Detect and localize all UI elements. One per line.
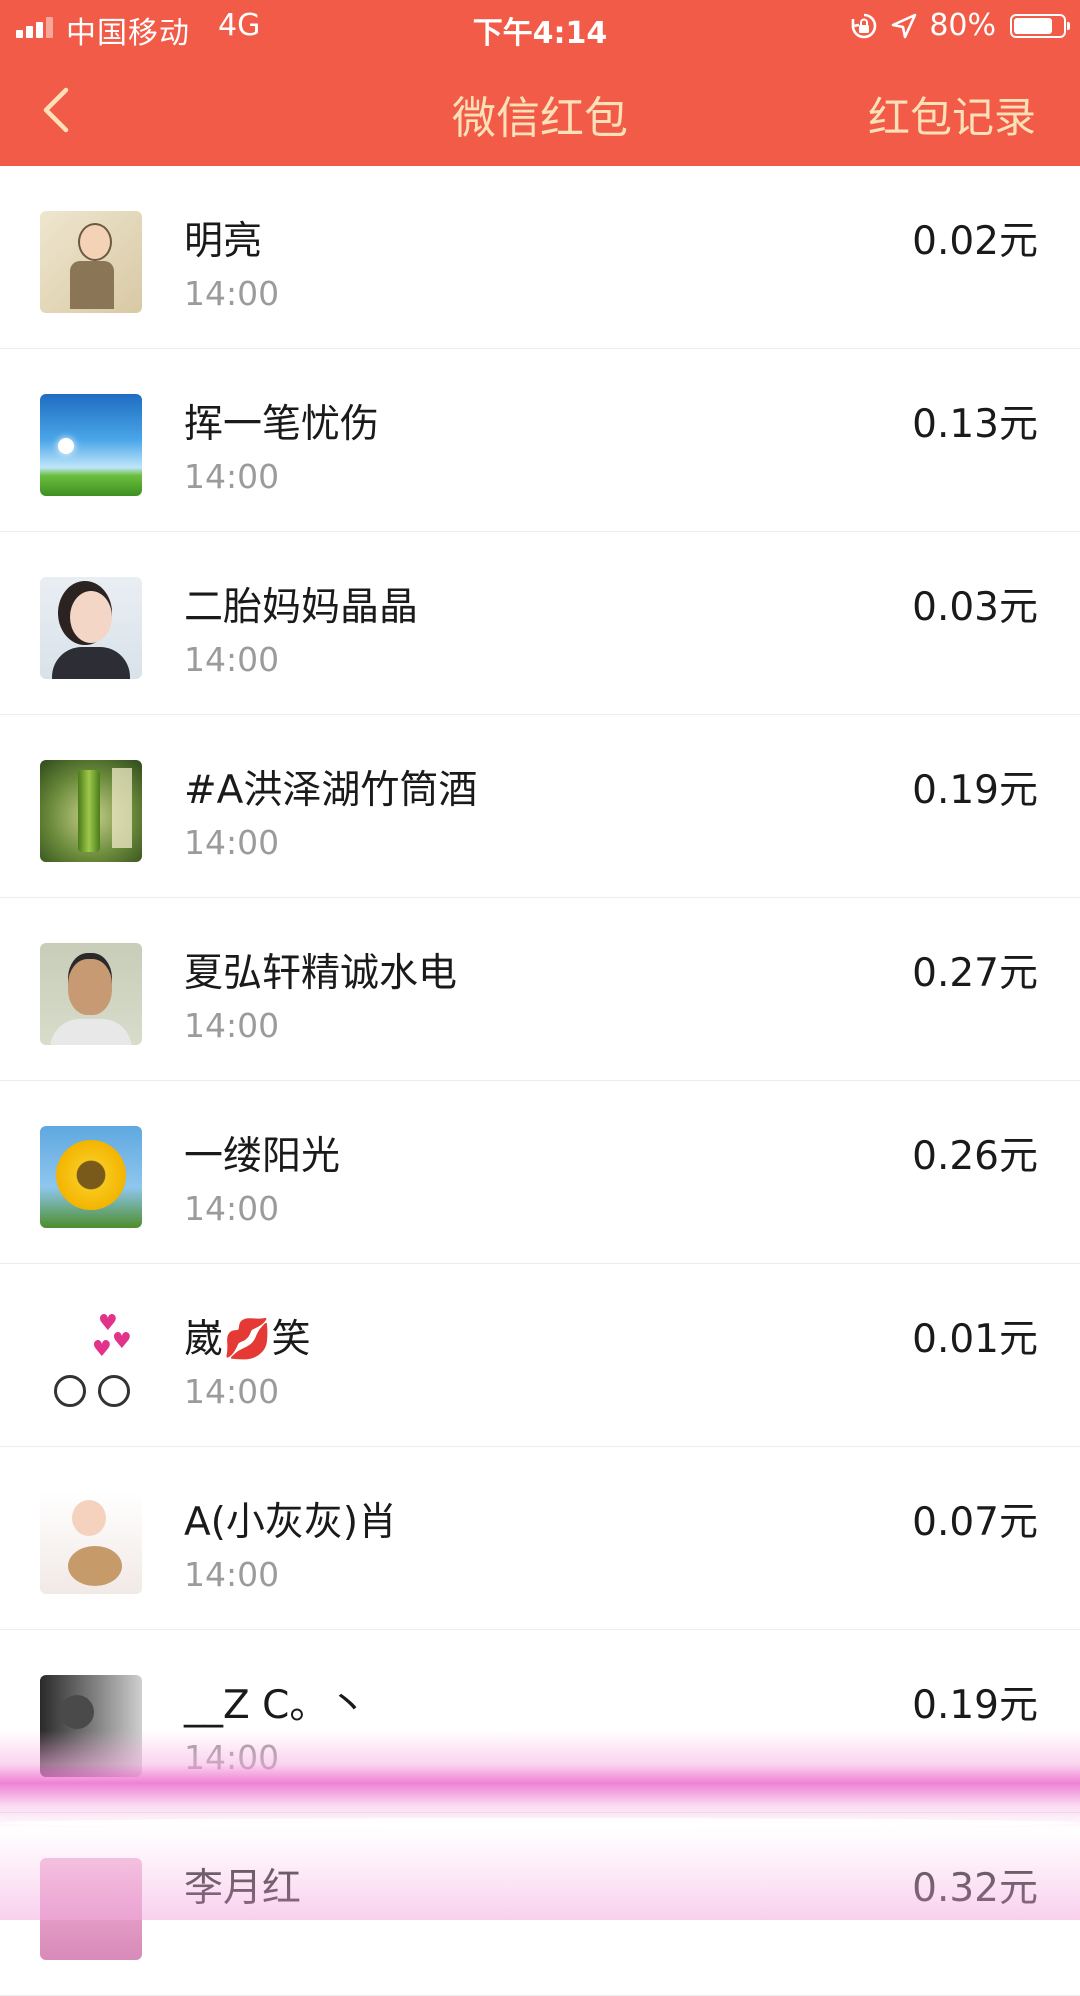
avatar bbox=[40, 1858, 142, 1960]
recipient-name: 李月红 bbox=[184, 1866, 302, 1911]
list-item[interactable]: 一缕阳光 14:00 0.26元 bbox=[0, 1081, 1080, 1264]
amount: 0.03元 bbox=[912, 585, 1038, 630]
recipient-name: 挥一笔忧伤 bbox=[184, 402, 380, 447]
red-packet-record-link[interactable]: 红包记录 bbox=[868, 84, 1036, 145]
avatar bbox=[40, 577, 142, 679]
location-arrow-icon bbox=[889, 11, 919, 41]
red-packet-list: 明亮 14:00 0.02元 挥一笔忧伤 14:00 0.13元 二胎妈妈晶晶 … bbox=[0, 166, 1080, 1996]
receive-time: 14:00 bbox=[184, 274, 280, 313]
amount: 0.32元 bbox=[912, 1866, 1038, 1911]
list-item[interactable]: __Z C。丶 14:00 0.19元 bbox=[0, 1630, 1080, 1813]
list-item[interactable]: 李月红 0.32元 bbox=[0, 1813, 1080, 1996]
avatar bbox=[40, 211, 142, 313]
avatar bbox=[40, 760, 142, 862]
battery-fill bbox=[1014, 17, 1053, 34]
status-right-group: 80% bbox=[849, 8, 1070, 43]
heart-icon: ♥ bbox=[112, 1329, 132, 1354]
recipient-name: 夏弘轩精诚水电 bbox=[184, 951, 458, 996]
battery-icon bbox=[1010, 13, 1070, 38]
receive-time: 14:00 bbox=[184, 1738, 280, 1777]
recipient-name: 二胎妈妈晶晶 bbox=[184, 585, 419, 630]
amount: 0.01元 bbox=[912, 1317, 1038, 1362]
list-item[interactable]: A(小灰灰)肖 14:00 0.07元 bbox=[0, 1447, 1080, 1630]
recipient-name: 一缕阳光 bbox=[184, 1134, 341, 1179]
battery-percent: 80% bbox=[929, 8, 996, 43]
list-item[interactable]: 二胎妈妈晶晶 14:00 0.03元 bbox=[0, 532, 1080, 715]
list-item[interactable]: 明亮 14:00 0.02元 bbox=[0, 166, 1080, 349]
avatar bbox=[40, 394, 142, 496]
avatar bbox=[40, 1126, 142, 1228]
amount: 0.27元 bbox=[912, 951, 1038, 996]
avatar: ♥ ♥ ♥ bbox=[40, 1309, 142, 1411]
receive-time: 14:00 bbox=[184, 457, 280, 496]
receive-time: 14:00 bbox=[184, 1189, 280, 1228]
recipient-name: 崴💋笑 bbox=[184, 1317, 311, 1362]
receive-time: 14:00 bbox=[184, 640, 280, 679]
amount: 0.19元 bbox=[912, 1683, 1038, 1728]
avatar bbox=[40, 1675, 142, 1777]
recipient-name: __Z C。丶 bbox=[184, 1683, 368, 1728]
amount: 0.07元 bbox=[912, 1500, 1038, 1545]
list-item[interactable]: ♥ ♥ ♥ 崴💋笑 14:00 0.01元 bbox=[0, 1264, 1080, 1447]
amount: 0.02元 bbox=[912, 219, 1038, 264]
recipient-name: #A洪泽湖竹筒酒 bbox=[184, 768, 478, 813]
recipient-name: A(小灰灰)肖 bbox=[184, 1500, 398, 1545]
receive-time: 14:00 bbox=[184, 1555, 280, 1594]
nav-bar: 微信红包 红包记录 bbox=[0, 54, 1080, 166]
list-item[interactable]: 夏弘轩精诚水电 14:00 0.27元 bbox=[0, 898, 1080, 1081]
avatar bbox=[40, 1492, 142, 1594]
receive-time: 14:00 bbox=[184, 1006, 280, 1045]
amount: 0.19元 bbox=[912, 768, 1038, 813]
heart-icon: ♥ bbox=[92, 1337, 112, 1362]
list-item[interactable]: 挥一笔忧伤 14:00 0.13元 bbox=[0, 349, 1080, 532]
list-item[interactable]: #A洪泽湖竹筒酒 14:00 0.19元 bbox=[0, 715, 1080, 898]
receive-time: 14:00 bbox=[184, 1372, 280, 1411]
recipient-name: 明亮 bbox=[184, 219, 263, 264]
avatar bbox=[40, 943, 142, 1045]
amount: 0.13元 bbox=[912, 402, 1038, 447]
status-bar: 中国移动 4G 下午4:14 80% bbox=[0, 0, 1080, 54]
amount: 0.26元 bbox=[912, 1134, 1038, 1179]
receive-time: 14:00 bbox=[184, 823, 280, 862]
lock-rotation-icon bbox=[849, 11, 879, 41]
